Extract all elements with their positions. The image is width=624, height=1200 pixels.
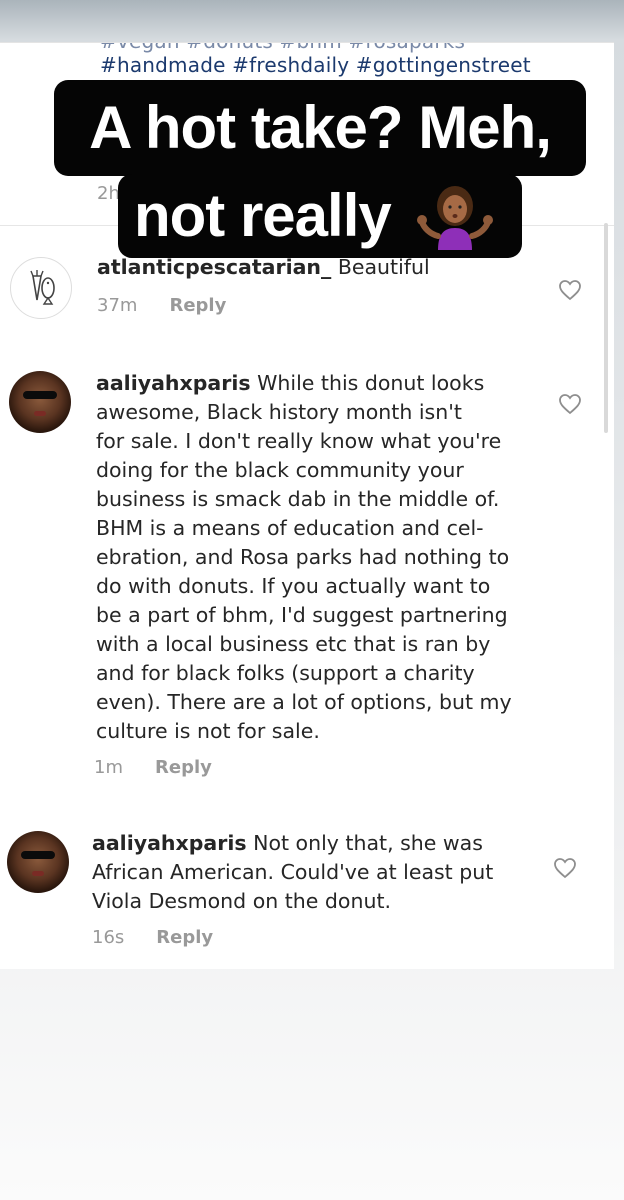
caption-clipped-line: #vegan #donuts #bhm #rosaparks <box>100 43 465 53</box>
comment-text-line: African American. Could've at least put <box>92 860 494 884</box>
comment-text-line: even). There are a lot of options, but m… <box>96 690 512 714</box>
comment-meta: 16s Reply <box>92 927 213 948</box>
scrollbar[interactable] <box>604 223 608 433</box>
comment-username[interactable]: aaliyahxparis <box>92 831 247 855</box>
comment-text-line: business is smack dab in the middle of. <box>96 487 500 511</box>
caption-hashtags[interactable]: #handmade #freshdaily #gottingenstreet <box>100 53 531 77</box>
comment-meta: 37m Reply <box>97 295 226 316</box>
comment-text-line: Viola Desmond on the donut. <box>92 889 392 913</box>
like-heart-icon[interactable] <box>553 857 577 879</box>
avatar-lips <box>32 871 44 876</box>
story-text-line-1[interactable]: A hot take? Meh, <box>54 80 586 176</box>
comment-text-line: doing for the black community your <box>96 458 464 482</box>
avatar-lips <box>34 411 46 416</box>
comment-time: 37m <box>97 295 138 316</box>
comment-text-line: be a part of bhm, I'd suggest partnering <box>96 603 508 627</box>
comment-content: aaliyahxparis Not only that, she was Afr… <box>92 829 567 916</box>
woman-shrugging-emoji-icon <box>417 186 493 250</box>
reply-button[interactable]: Reply <box>155 757 212 778</box>
avatar-glasses <box>21 851 55 859</box>
comment-text-line: and for black folks (support a charity <box>96 661 475 685</box>
like-heart-icon[interactable] <box>558 279 582 301</box>
comment-text-line: BHM is a means of education and cel- <box>96 516 484 540</box>
story-text-line-2-text: not really <box>134 182 392 249</box>
avatar[interactable] <box>10 257 72 319</box>
avatar[interactable] <box>7 831 69 893</box>
fish-carrot-logo-icon <box>30 270 55 305</box>
comment-text-line: for sale. I don't really know what you'r… <box>96 429 502 453</box>
like-heart-icon[interactable] <box>558 393 582 415</box>
comment-content: aaliyahxparis While this donut looks awe… <box>96 369 566 746</box>
comment-text-line: While this donut looks <box>257 371 485 395</box>
story-text-line-2[interactable]: not really <box>118 174 522 258</box>
avatar-glasses <box>23 391 57 399</box>
reply-button[interactable]: Reply <box>169 295 226 316</box>
comment-text-line: do with donuts. If you actually want to <box>96 574 491 598</box>
caption-timestamp: 2h <box>97 183 120 204</box>
comment-text-line: Not only that, she was <box>253 831 483 855</box>
comment-time: 16s <box>92 927 125 948</box>
comment-meta: 1m Reply <box>94 757 212 778</box>
comment-text-line: culture is not for sale. <box>96 719 320 743</box>
comment-text-line: ebration, and Rosa parks had nothing to <box>96 545 510 569</box>
comment-time: 1m <box>94 757 123 778</box>
reply-button[interactable]: Reply <box>156 927 213 948</box>
avatar[interactable] <box>9 371 71 433</box>
comment-text-line: with a local business etc that is ran by <box>96 632 491 656</box>
comment-username[interactable]: atlanticpescatarian_ <box>97 255 331 279</box>
comment-username[interactable]: aaliyahxparis <box>96 371 251 395</box>
comment-text-line: awesome, Black history month isn't <box>96 400 462 424</box>
comment-text: Beautiful <box>337 255 430 279</box>
